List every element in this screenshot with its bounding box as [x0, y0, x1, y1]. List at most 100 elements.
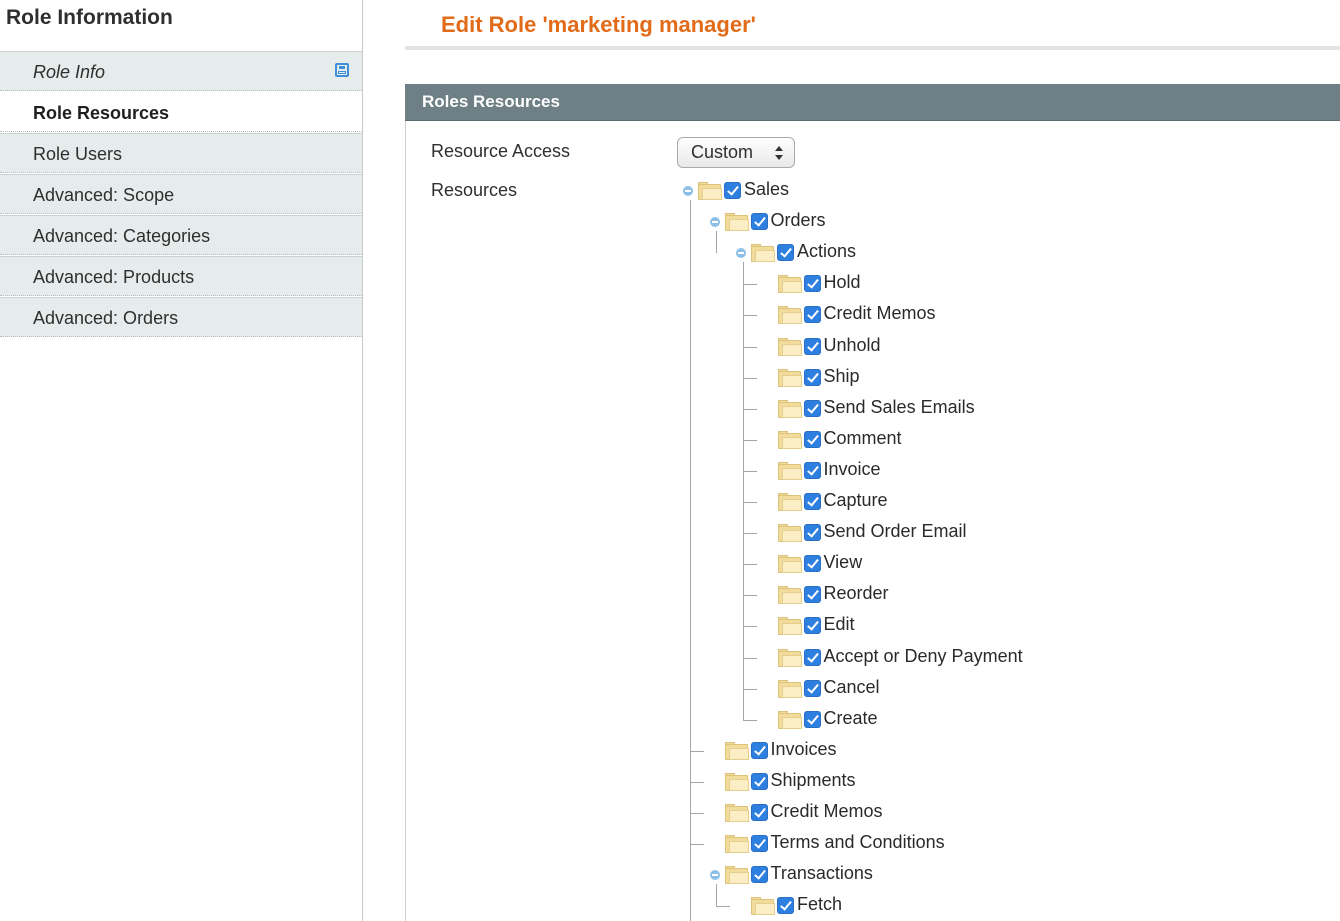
folder-front: [755, 903, 775, 916]
collapse-toggle-icon[interactable]: [709, 870, 720, 881]
resource-label[interactable]: Accept or Deny Payment: [824, 646, 1023, 667]
resource-label[interactable]: Create: [824, 708, 878, 729]
resource-checkbox[interactable]: [750, 213, 768, 231]
resource-label[interactable]: Shipments: [771, 770, 856, 791]
collapse-toggle-icon[interactable]: [709, 217, 720, 228]
resource-checkbox[interactable]: [803, 368, 821, 386]
resource-label[interactable]: Comment: [824, 428, 902, 449]
tree-node-fetch: Fetch: [0, 892, 842, 920]
folder-front: [781, 405, 802, 418]
folder-icon: [777, 337, 802, 356]
resource-checkbox[interactable]: [803, 275, 821, 293]
folder-icon: [724, 772, 749, 791]
folder-icon: [724, 213, 749, 232]
tree-connector: [742, 502, 757, 503]
tab-advanced-orders[interactable]: Advanced: Orders: [0, 297, 362, 337]
resource-access-select[interactable]: Custom: [677, 137, 795, 168]
resource-label[interactable]: Edit: [824, 614, 855, 635]
resource-label[interactable]: Send Sales Emails: [824, 397, 975, 418]
tab-role-resources[interactable]: Role Resources: [0, 92, 362, 132]
tree-node-accept-or-deny-payment: Accept or Deny Payment: [0, 644, 1023, 672]
tree-node-ship: Ship: [0, 364, 860, 392]
resource-label[interactable]: Reorder: [824, 583, 889, 604]
resource-checkbox[interactable]: [750, 866, 768, 884]
resource-label[interactable]: Invoices: [771, 739, 837, 760]
resource-label[interactable]: Credit Memos: [824, 303, 936, 324]
resource-label[interactable]: Send Order Email: [824, 521, 967, 542]
resource-label[interactable]: Capture: [824, 490, 888, 511]
tree-node-credit-memos: Credit Memos: [0, 799, 883, 827]
collapse-toggle-icon[interactable]: [683, 186, 693, 196]
resource-label[interactable]: Orders: [771, 210, 826, 231]
resource-label[interactable]: Credit Memos: [771, 801, 883, 822]
folder-front: [728, 841, 749, 854]
resource-checkbox[interactable]: [803, 679, 821, 697]
resource-checkbox[interactable]: [750, 804, 768, 821]
resource-checkbox[interactable]: [803, 430, 821, 448]
tree-node-comment: Comment: [0, 426, 902, 454]
tab-label: Role Resources: [33, 103, 170, 123]
resource-label[interactable]: Transactions: [771, 863, 873, 884]
tree-node-shipments: Shipments: [0, 768, 856, 796]
folder-icon: [777, 368, 802, 387]
sidebar: Role Information Role Info Role Resource…: [0, 0, 363, 921]
folder-front: [781, 685, 802, 698]
resource-label[interactable]: Invoice: [824, 459, 881, 480]
resource-checkbox[interactable]: [803, 648, 821, 666]
resource-label[interactable]: Cancel: [824, 677, 880, 698]
tree-node-terms-and-conditions: Terms and Conditions: [0, 830, 945, 858]
folder-icon: [777, 555, 802, 574]
resource-checkbox[interactable]: [777, 244, 794, 262]
tab-advanced-categories[interactable]: Advanced: Categories: [0, 215, 362, 255]
tree-connector: [742, 408, 757, 410]
resource-checkbox[interactable]: [803, 461, 821, 479]
folder-front: [781, 530, 802, 543]
tab-label: Advanced: Categories: [33, 226, 211, 246]
resource-checkbox[interactable]: [803, 306, 821, 324]
resource-checkbox[interactable]: [750, 835, 768, 853]
resource-label[interactable]: Actions: [797, 241, 856, 262]
resource-checkbox[interactable]: [750, 741, 768, 759]
resource-checkbox[interactable]: [803, 493, 821, 510]
tab-role-info[interactable]: Role Info: [0, 51, 362, 91]
tree-connector: [742, 688, 757, 690]
resource-label[interactable]: Hold: [824, 272, 861, 293]
resource-checkbox[interactable]: [724, 182, 741, 199]
resource-checkbox[interactable]: [803, 524, 821, 542]
resource-checkbox[interactable]: [803, 399, 821, 417]
folder-icon: [777, 399, 802, 418]
tree-connector: [742, 533, 757, 535]
resource-label[interactable]: View: [824, 552, 863, 573]
resource-label[interactable]: Fetch: [797, 894, 842, 915]
folder-icon: [777, 617, 802, 636]
resource-checkbox[interactable]: [777, 897, 794, 915]
folder-front: [781, 592, 802, 605]
page-title: Edit Role 'marketing manager': [441, 12, 756, 37]
folder-icon: [698, 182, 722, 200]
resource-label[interactable]: Sales: [744, 179, 789, 200]
resource-checkbox[interactable]: [803, 710, 821, 728]
folder-front: [781, 467, 802, 480]
resource-checkbox[interactable]: [750, 772, 768, 790]
resources-label: Resources: [431, 180, 518, 200]
resource-checkbox[interactable]: [803, 586, 821, 604]
folder-front: [781, 716, 802, 729]
folder-icon: [777, 430, 802, 449]
resource-checkbox[interactable]: [803, 337, 821, 355]
folder-icon: [724, 804, 749, 822]
tab-role-users[interactable]: Role Users: [0, 133, 362, 173]
tree-connector: [742, 626, 757, 628]
tab-advanced-products[interactable]: Advanced: Products: [0, 256, 362, 296]
resource-label[interactable]: Ship: [824, 366, 860, 387]
resource-label[interactable]: Unhold: [824, 335, 881, 356]
tab-advanced-scope[interactable]: Advanced: Scope: [0, 174, 362, 214]
folder-front: [728, 872, 749, 885]
folder-icon: [777, 710, 802, 729]
resource-checkbox[interactable]: [803, 555, 821, 573]
resource-label[interactable]: Terms and Conditions: [771, 832, 945, 853]
resource-checkbox[interactable]: [803, 617, 821, 635]
tree-connector: [742, 564, 757, 566]
folder-front: [728, 219, 749, 232]
folder-front: [728, 778, 749, 791]
folder-front: [781, 281, 802, 294]
